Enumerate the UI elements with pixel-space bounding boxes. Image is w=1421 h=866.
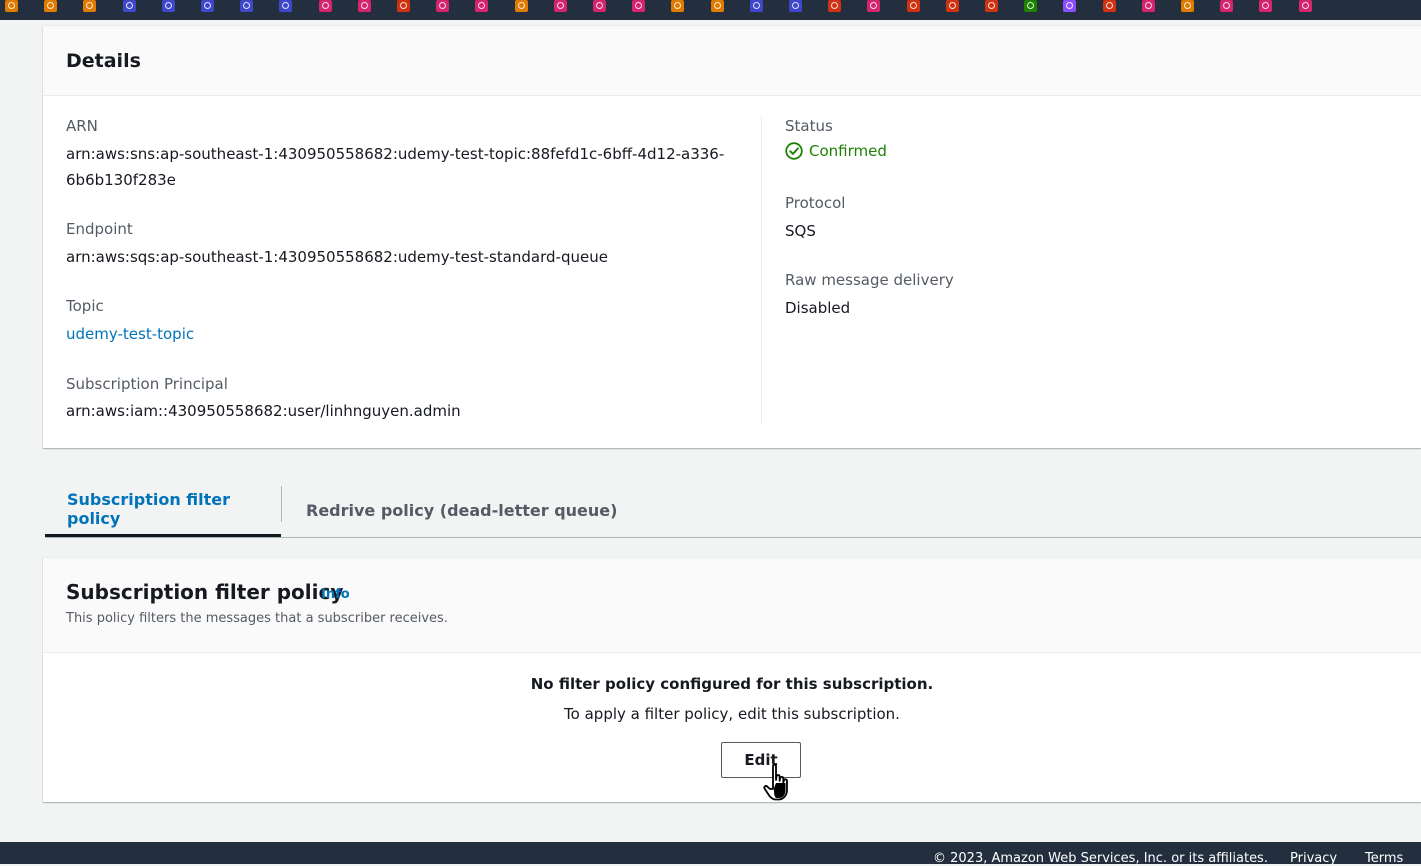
arn-value-line2: 6b6b130f283e xyxy=(66,171,176,189)
service-icon[interactable] xyxy=(240,0,253,12)
protocol-value: SQS xyxy=(785,222,816,240)
service-icon[interactable] xyxy=(711,0,724,12)
filter-policy-header: Subscription filter policy Info This pol… xyxy=(43,558,1421,653)
service-icon[interactable] xyxy=(1103,0,1116,12)
filter-policy-description: This policy filters the messages that a … xyxy=(66,611,448,626)
service-icon[interactable] xyxy=(123,0,136,12)
raw-delivery-label: Raw message delivery xyxy=(785,271,954,289)
endpoint-value: arn:aws:sqs:ap-southeast-1:430950558682:… xyxy=(66,248,608,266)
service-icon[interactable] xyxy=(750,0,763,12)
details-panel: Details ARN arn:aws:sns:ap-southeast-1:4… xyxy=(43,26,1421,448)
service-icon[interactable] xyxy=(162,0,175,12)
tab-separator xyxy=(281,486,282,522)
raw-delivery-value: Disabled xyxy=(785,299,851,317)
topic-label: Topic xyxy=(66,297,104,315)
service-icon[interactable] xyxy=(201,0,214,12)
arn-label: ARN xyxy=(66,117,98,135)
service-icon[interactable] xyxy=(44,0,57,12)
hand-cursor-icon xyxy=(762,763,796,803)
service-icon[interactable] xyxy=(475,0,488,12)
service-icon[interactable] xyxy=(946,0,959,12)
arn-value: arn:aws:sns:ap-southeast-1:430950558682:… xyxy=(66,141,724,193)
tab-subscription-filter-policy[interactable]: Subscription filter policy xyxy=(45,484,281,537)
service-icon[interactable] xyxy=(1299,0,1312,12)
service-icon[interactable] xyxy=(828,0,841,12)
endpoint-label: Endpoint xyxy=(66,220,133,238)
service-icon[interactable] xyxy=(397,0,410,12)
status-text: Confirmed xyxy=(809,142,887,160)
service-icon[interactable] xyxy=(515,0,528,12)
empty-state-title: No filter policy configured for this sub… xyxy=(530,675,934,693)
principal-label: Subscription Principal xyxy=(66,375,228,393)
service-icon[interactable] xyxy=(907,0,920,12)
filter-policy-panel: Subscription filter policy Info This pol… xyxy=(43,558,1421,802)
column-divider xyxy=(761,116,762,424)
service-icon[interactable] xyxy=(867,0,880,12)
topic-link[interactable]: udemy-test-topic xyxy=(66,325,194,343)
service-icon[interactable] xyxy=(319,0,332,12)
policy-tabs: Subscription filter policy Redrive polic… xyxy=(45,484,1421,538)
page-footer: © 2023, Amazon Web Services, Inc. or its… xyxy=(0,842,1421,866)
service-icon[interactable] xyxy=(5,0,18,12)
service-icon[interactable] xyxy=(1142,0,1155,12)
status-label: Status xyxy=(785,117,833,135)
principal-value: arn:aws:iam::430950558682:user/linhnguye… xyxy=(66,402,461,420)
info-link[interactable]: Info xyxy=(321,587,350,602)
check-circle-icon xyxy=(785,142,803,160)
service-icon[interactable] xyxy=(1181,0,1194,12)
service-icon[interactable] xyxy=(83,0,96,12)
service-icon[interactable] xyxy=(789,0,802,12)
arn-value-line1: arn:aws:sns:ap-southeast-1:430950558682:… xyxy=(66,145,725,163)
service-icon[interactable] xyxy=(1220,0,1233,12)
details-header: Details xyxy=(43,26,1421,96)
service-icon[interactable] xyxy=(671,0,684,12)
service-icon[interactable] xyxy=(632,0,645,12)
service-icon[interactable] xyxy=(1024,0,1037,12)
status-value: Confirmed xyxy=(785,142,887,160)
service-icon[interactable] xyxy=(554,0,567,12)
service-icon[interactable] xyxy=(1063,0,1076,12)
favorites-bar xyxy=(0,0,1421,20)
details-title: Details xyxy=(66,50,141,72)
service-icon[interactable] xyxy=(1259,0,1272,12)
tab-redrive-policy[interactable]: Redrive policy (dead-letter queue) xyxy=(284,484,639,536)
service-icon[interactable] xyxy=(593,0,606,12)
service-icon[interactable] xyxy=(279,0,292,12)
empty-state-subtitle: To apply a filter policy, edit this subs… xyxy=(564,705,900,723)
service-icon[interactable] xyxy=(436,0,449,12)
filter-policy-title: Subscription filter policy xyxy=(66,580,344,604)
protocol-label: Protocol xyxy=(785,194,846,212)
service-icon[interactable] xyxy=(358,0,371,12)
service-icon[interactable] xyxy=(985,0,998,12)
